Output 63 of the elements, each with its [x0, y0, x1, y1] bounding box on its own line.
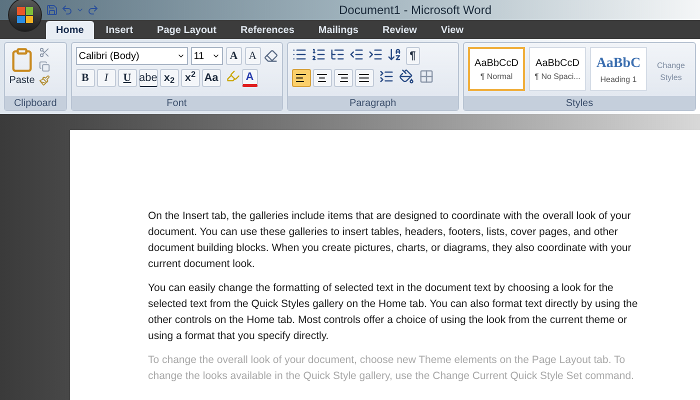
align-icon: [295, 72, 308, 84]
shading-icon[interactable]: [398, 69, 414, 84]
document-paragraph: To change the overall look of your document, choose new Theme elements on the Page Layout tab. To change the looks available in the Quick Style gallery, use the Change Current Quick Style Set command.: [148, 353, 635, 384]
format-button[interactable]: x$^{2}$: [180, 69, 200, 87]
style-sample: AaBbC: [596, 54, 641, 72]
format-button[interactable]: x$_{2}$: [160, 69, 179, 87]
style-swatch[interactable]: AaBbCcD ¶ Normal: [468, 47, 525, 91]
format-painter-icon[interactable]: [39, 75, 50, 86]
align-button[interactable]: [292, 69, 311, 87]
align-icon: [358, 72, 370, 84]
font-size-field[interactable]: 11: [190, 47, 223, 65]
clear-format-icon[interactable]: [264, 49, 278, 63]
cut-icon[interactable]: [39, 47, 50, 58]
group-label: Styles: [566, 96, 594, 110]
font-family-field[interactable]: Calibri (Body): [76, 47, 188, 65]
style-name: ¶ No Spaci...: [534, 70, 580, 82]
style-sample: AaBbCcD: [536, 56, 580, 70]
multilevel-list-icon[interactable]: [330, 47, 345, 62]
window-title: Document1 - Microsoft Word: [339, 2, 492, 19]
align-button[interactable]: [312, 69, 332, 87]
group-label: Paragraph: [349, 96, 396, 110]
decrease-indent-icon[interactable]: [348, 47, 364, 62]
style-sample: AaBbCcD: [474, 56, 518, 70]
office-logo-icon: [17, 7, 33, 23]
line-spacing-icon[interactable]: [378, 69, 394, 84]
increase-indent-icon[interactable]: [368, 47, 383, 62]
group-label: Font: [166, 96, 187, 110]
ribbon-tab[interactable]: Mailings: [306, 21, 370, 39]
format-button[interactable]: Aa: [202, 69, 221, 87]
copy-icon[interactable]: [39, 61, 50, 72]
sort-icon[interactable]: [386, 47, 402, 62]
office-button[interactable]: [8, 0, 42, 32]
style-swatch[interactable]: AaBbC Heading 1: [590, 47, 647, 91]
document-paragraph: On the Insert tab, the galleries include items that are designed to coordinate with the overall look of your document. You can use these galleries to insert tables, headers, footers, lists, cover pages, and other document building blocks. When you create pictures, charts, or diagrams, they also coordinate with your current document look.: [148, 209, 632, 272]
ribbon-tab[interactable]: Page Layout: [145, 21, 228, 39]
style-swatch[interactable]: AaBbCcD ¶ No Spaci...: [529, 47, 586, 91]
align-icon: [316, 72, 328, 84]
format-button[interactable]: B: [76, 69, 95, 87]
ribbon-tab[interactable]: Review: [370, 21, 429, 39]
group-label: Clipboard: [14, 96, 57, 110]
paste-button[interactable]: Paste: [9, 73, 35, 88]
shrink-font-button[interactable]: A: [244, 47, 261, 65]
ribbon-tab[interactable]: References: [228, 21, 306, 39]
dropdown-icon[interactable]: [212, 52, 220, 60]
format-button[interactable]: I: [96, 69, 116, 87]
align-icon: [337, 72, 350, 84]
bullets-icon[interactable]: [292, 47, 307, 62]
ribbon-tab[interactable]: View: [428, 21, 476, 39]
style-name: Heading 1: [600, 74, 637, 86]
ribbon-tab[interactable]: Home: [46, 21, 94, 39]
borders-icon[interactable]: [418, 69, 434, 84]
format-button[interactable]: abe: [138, 69, 158, 87]
numbering-icon[interactable]: [310, 47, 326, 62]
align-button[interactable]: [354, 69, 374, 87]
align-button[interactable]: [334, 69, 353, 87]
grow-font-button[interactable]: A: [226, 47, 242, 65]
style-name: ¶ Normal: [480, 70, 513, 82]
ribbon-tab[interactable]: Insert: [94, 21, 146, 39]
document-paragraph: You can easily change the formatting of selected text in the document text by choosing a look for the selected text from the Quick Styles gallery on the Home tab. You can also format text directly by using the other controls on the Home tab. Most controls offer a choice of using the look from the current theme or using a format that you specify directly.: [148, 281, 638, 344]
font-color-button[interactable]: A: [242, 69, 258, 87]
show-marks-button[interactable]: ¶: [406, 47, 420, 65]
dropdown-icon[interactable]: [176, 52, 185, 60]
format-button[interactable]: U: [118, 69, 137, 87]
